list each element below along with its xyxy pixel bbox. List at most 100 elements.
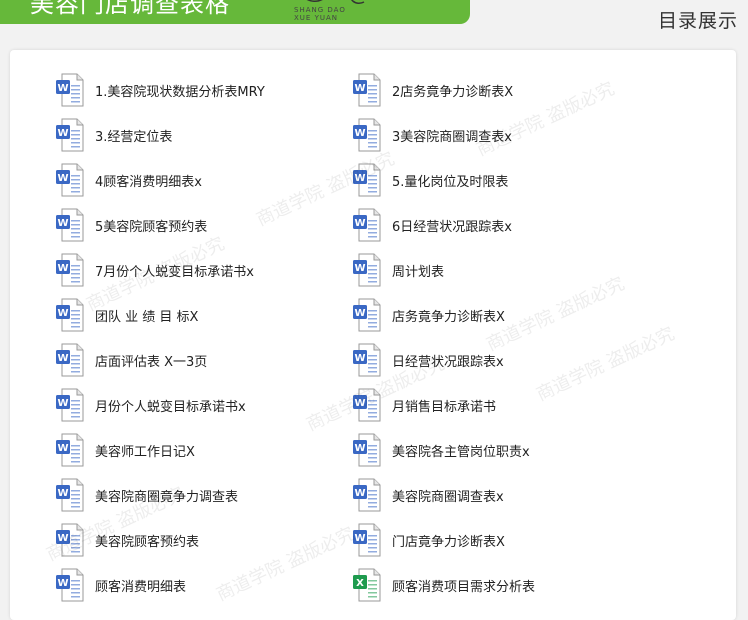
word-file-icon: W [353,478,381,512]
header-banner: 美容门店调查表格 [0,0,470,24]
svg-text:W: W [354,128,365,139]
svg-text:W: W [57,578,68,589]
file-item[interactable]: W 美容院商圈竟争力调查表 [55,475,238,515]
file-item[interactable]: W 日经营状况跟踪表x [352,340,504,380]
svg-text:W: W [354,488,365,499]
file-item[interactable]: W 1.美容院现状数据分析表MRY [55,70,265,110]
excel-file-icon: X [353,568,381,602]
brand-logo: SHANG DAO XUE YUAN [292,0,392,32]
svg-text:W: W [354,218,365,229]
file-item[interactable]: W 2店务竟争力诊断表X [352,70,513,110]
svg-text:W: W [354,533,365,544]
file-label: 3美容院商圈调查表x [392,129,512,145]
file-label: 5美容院顾客预约表 [95,219,208,235]
brand-logo-text: SHANG DAO XUE YUAN [294,6,346,22]
svg-text:X: X [356,578,364,589]
file-label: 美容院各主管岗位职责x [392,444,530,460]
word-file-icon: W [56,478,84,512]
file-label: 美容院顾客预约表 [95,534,200,550]
svg-text:W: W [354,398,365,409]
file-label: 店务竟争力诊断表X [392,309,505,325]
file-item[interactable]: W 美容院顾客预约表 [55,520,199,560]
file-item[interactable]: W 3.经营定位表 [55,115,172,155]
file-label: 2店务竟争力诊断表X [392,84,514,100]
file-label: 日经营状况跟踪表x [392,354,504,370]
word-file-icon: W [56,568,84,602]
word-file-icon: W [353,523,381,557]
file-label: 顾客消费项目需求分析表 [392,579,536,595]
section-label: 目录展示 [657,10,738,32]
file-label: 美容院商圈竟争力调查表 [95,489,239,505]
word-file-icon: W [353,253,381,287]
file-item[interactable]: W 7月份个人蜕变目标承诺书x [55,250,254,290]
svg-text:W: W [57,353,68,364]
svg-text:W: W [354,173,365,184]
word-file-icon: W [353,298,381,332]
file-label: 月销售目标承诺书 [392,399,497,415]
word-file-icon: W [353,433,381,467]
svg-text:W: W [354,83,365,94]
word-file-icon: W [56,118,84,152]
word-file-icon: W [353,208,381,242]
file-item[interactable]: W 美容院各主管岗位职责x [352,430,530,470]
svg-text:W: W [354,308,365,319]
file-label: 顾客消费明细表 [95,579,187,595]
svg-text:W: W [57,173,68,184]
file-label: 团队 业 绩 目 标X [95,309,199,325]
file-item[interactable]: W 店面评估表 X一3页 [55,340,207,380]
file-item[interactable]: W 月份个人蜕变目标承诺书x [55,385,246,425]
file-item[interactable]: W 门店竟争力诊断表X [352,520,505,560]
watermark-text: 商道学院 盗版必究 [533,323,678,406]
word-file-icon: W [353,163,381,197]
file-item[interactable]: W 美容院商圈调查表x [352,475,504,515]
word-file-icon: W [56,298,84,332]
file-item[interactable]: W 月销售目标承诺书 [352,385,496,425]
file-item[interactable]: W 团队 业 绩 目 标X [55,295,198,335]
svg-text:W: W [354,353,365,364]
word-file-icon: W [56,163,84,197]
file-item[interactable]: W 4顾客消费明细表x [55,160,202,200]
page-title: 美容门店调查表格 [30,0,230,18]
svg-text:W: W [57,488,68,499]
file-label: 店面评估表 X一3页 [95,354,208,370]
file-label: 4顾客消费明细表x [95,174,202,190]
file-label: 6日经营状况跟踪表x [392,219,512,235]
word-file-icon: W [56,73,84,107]
file-item[interactable]: W 3美容院商圈调查表x [352,115,512,155]
file-item[interactable]: W 6日经营状况跟踪表x [352,205,512,245]
file-label: 美容院商圈调查表x [392,489,504,505]
file-label: 月份个人蜕变目标承诺书x [95,399,246,415]
file-item[interactable]: W 5.量化岗位及时限表 [352,160,508,200]
file-label: 1.美容院现状数据分析表MRY [95,84,265,100]
file-label: 周计划表 [392,264,445,280]
file-label: 门店竟争力诊断表X [392,534,505,550]
word-file-icon: W [56,253,84,287]
word-file-icon: W [56,388,84,422]
svg-text:W: W [57,443,68,454]
svg-text:W: W [57,533,68,544]
svg-text:W: W [354,443,365,454]
file-label: 7月份个人蜕变目标承诺书x [95,264,254,280]
svg-text:W: W [354,263,365,274]
file-item[interactable]: W 周计划表 [352,250,444,290]
svg-text:W: W [57,128,68,139]
word-file-icon: W [56,208,84,242]
word-file-icon: W [353,73,381,107]
file-item[interactable]: W 顾客消费明细表 [55,565,186,605]
file-label: 3.经营定位表 [95,129,173,145]
file-item[interactable]: W 美容师工作日记X [55,430,195,470]
word-file-icon: W [56,433,84,467]
word-file-icon: W [353,343,381,377]
file-item[interactable]: X 顾客消费项目需求分析表 [352,565,535,605]
svg-text:W: W [57,308,68,319]
file-label: 5.量化岗位及时限表 [392,174,509,190]
svg-text:W: W [57,263,68,274]
svg-text:W: W [57,218,68,229]
file-item[interactable]: W 店务竟争力诊断表X [352,295,505,335]
file-item[interactable]: W 5美容院顾客预约表 [55,205,207,245]
svg-text:W: W [57,83,68,94]
svg-text:W: W [57,398,68,409]
word-file-icon: W [56,343,84,377]
file-label: 美容师工作日记X [95,444,195,460]
word-file-icon: W [353,118,381,152]
